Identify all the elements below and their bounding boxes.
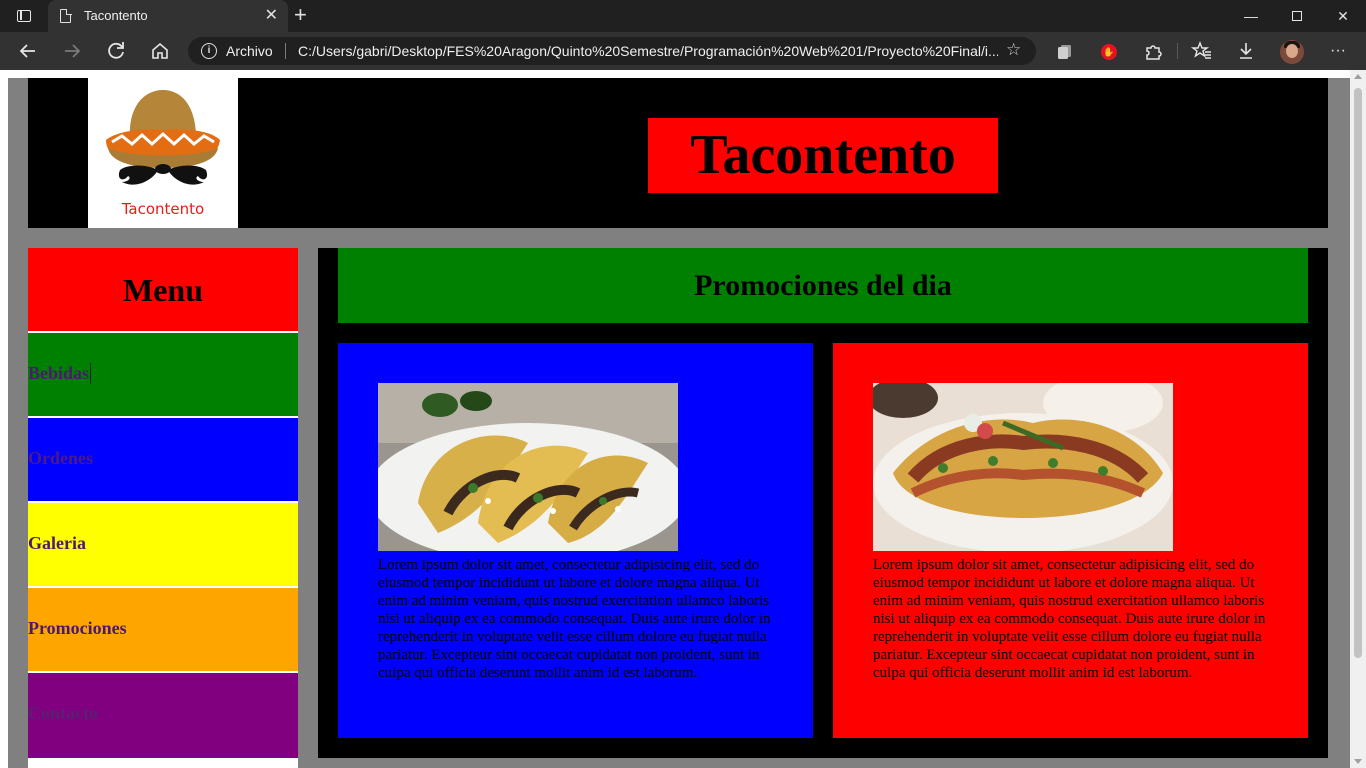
home-icon[interactable]: [147, 38, 173, 64]
adblock-icon[interactable]: ✋: [1098, 40, 1120, 62]
add-favorite-icon[interactable]: ☆: [1006, 40, 1021, 60]
profile-avatar[interactable]: [1280, 40, 1304, 64]
site-header: Tacontento Tacontento: [28, 78, 1328, 228]
browser-tab[interactable]: Tacontento ✕: [48, 0, 288, 32]
site-logo[interactable]: Tacontento: [88, 78, 238, 228]
address-bar[interactable]: i Archivo C:/Users/gabri/Desktop/FES%20A…: [188, 37, 1036, 65]
new-tab-button[interactable]: +: [294, 4, 307, 26]
promo-card: Lorem ipsum dolor sit amet, consectetur …: [338, 343, 813, 738]
tacos-platter-photo: [873, 383, 1173, 551]
menu-header: Menu: [28, 248, 298, 331]
scroll-thumb[interactable]: [1354, 88, 1362, 658]
site-title-box: Tacontento: [648, 118, 998, 193]
menu-item-label[interactable]: Contacto: [28, 703, 98, 724]
address-label: Archivo: [226, 43, 273, 59]
promotions-title: Promociones del dia: [694, 269, 952, 302]
extensions-icon[interactable]: [1142, 40, 1164, 62]
restore-button[interactable]: [1274, 0, 1320, 32]
download-icon[interactable]: [1235, 40, 1257, 62]
menu-item-promociones[interactable]: Promociones: [28, 588, 298, 671]
promo-card-text: Lorem ipsum dolor sit amet, consectetur …: [378, 557, 771, 681]
promotions-section: Promociones del dia Lorem ipsum dolor si…: [318, 248, 1328, 758]
tab-actions-icon[interactable]: [10, 6, 38, 26]
scroll-down-icon[interactable]: [1354, 759, 1362, 764]
logo-text: Tacontento: [121, 200, 205, 218]
site-title: Tacontento: [690, 124, 956, 186]
tab-close-button[interactable]: ✕: [265, 6, 278, 26]
tab-title: Tacontento: [84, 8, 148, 23]
minimize-button[interactable]: —: [1228, 0, 1274, 32]
info-icon[interactable]: i: [201, 43, 217, 59]
menu-item-ordenes[interactable]: Ordenes: [28, 418, 298, 501]
menu-item-contacto[interactable]: Contacto: [28, 673, 298, 758]
favorites-icon[interactable]: [1190, 40, 1213, 62]
tacos-photo: [378, 383, 678, 551]
back-arrow-icon[interactable]: [15, 38, 41, 64]
window-close-button[interactable]: ✕: [1320, 0, 1366, 32]
menu-title: Menu: [123, 272, 203, 308]
toolbar-separator: [1177, 43, 1178, 59]
url-text[interactable]: C:/Users/gabri/Desktop/FES%20Aragon/Quin…: [298, 43, 998, 59]
menu-item-label[interactable]: Bebidas: [28, 363, 92, 384]
side-menu: Menu Bebidas Ordenes Galeria Promociones…: [28, 248, 298, 768]
address-separator: [285, 43, 286, 59]
page-viewport: Tacontento Tacontento Menu Bebidas Orden…: [0, 70, 1366, 768]
page-body: Tacontento Tacontento Menu Bebidas Orden…: [8, 78, 1350, 768]
sombrero-logo-icon: [106, 90, 220, 185]
browser-titlebar: Tacontento ✕ + — ✕: [0, 0, 1366, 32]
menu-item-galeria[interactable]: Galeria: [28, 503, 298, 586]
reload-icon[interactable]: [103, 38, 129, 64]
promotions-header: Promociones del dia: [338, 248, 1308, 323]
menu-item-label[interactable]: Promociones: [28, 618, 127, 639]
promo-card: Lorem ipsum dolor sit amet, consectetur …: [833, 343, 1308, 738]
promo-card-text: Lorem ipsum dolor sit amet, consectetur …: [873, 557, 1266, 681]
page-scrollbar[interactable]: [1350, 70, 1366, 768]
collections-icon[interactable]: [1054, 40, 1076, 62]
menu-item-bebidas[interactable]: Bebidas: [28, 333, 298, 416]
more-icon[interactable]: ···: [1327, 40, 1349, 62]
menu-item-label[interactable]: Galeria: [28, 533, 86, 554]
menu-item-label[interactable]: Ordenes: [28, 448, 93, 469]
scroll-up-icon[interactable]: [1354, 74, 1362, 79]
forward-arrow-icon[interactable]: [59, 38, 85, 64]
document-icon: [60, 8, 72, 23]
